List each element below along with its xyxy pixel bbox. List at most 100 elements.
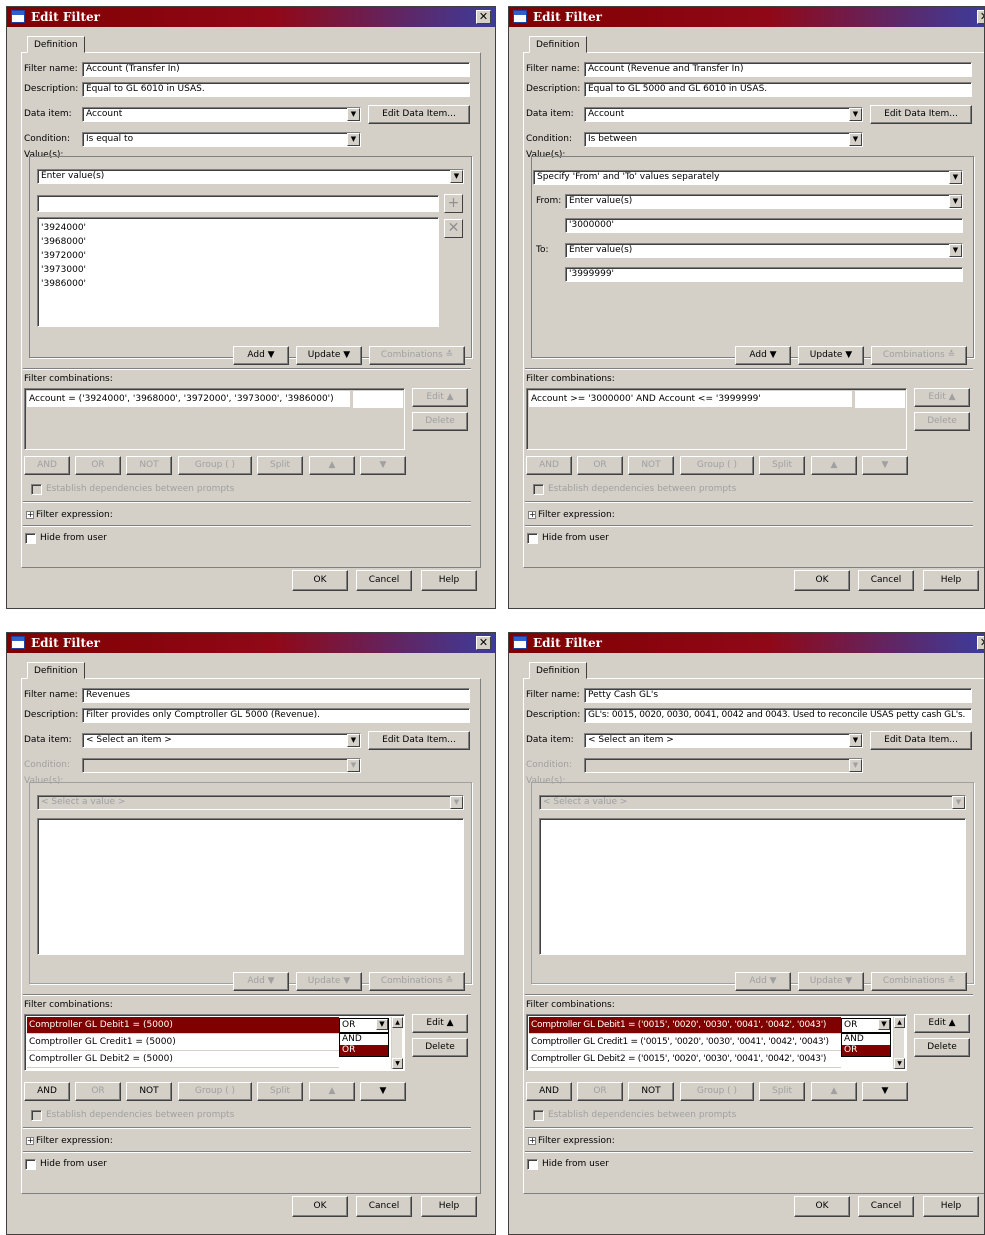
not-button[interactable]: NOT — [126, 1082, 172, 1101]
scrollbar[interactable]: ▲ ▼ — [391, 1017, 403, 1069]
from-value-input[interactable]: '3000000' — [565, 218, 963, 233]
list-item[interactable]: '3924000' — [41, 221, 86, 235]
filter-combinations-list[interactable]: Account >= '3000000' AND Account <= '399… — [526, 388, 907, 450]
filter-name-input[interactable]: Petty Cash GL's — [584, 688, 972, 703]
condition-select[interactable]: Is equal to ▼ — [82, 132, 361, 147]
value-mode-select[interactable]: Enter value(s) ▼ — [37, 169, 464, 184]
chevron-down-icon[interactable]: ▼ — [849, 133, 862, 146]
close-icon[interactable]: ✕ — [977, 10, 984, 24]
group-button[interactable]: Group ( ) — [680, 456, 754, 475]
chevron-down-icon[interactable]: ▼ — [849, 734, 862, 747]
chevron-down-icon[interactable]: ▼ — [949, 244, 962, 257]
edit-button[interactable]: Edit ▲ — [914, 388, 970, 407]
establish-dependencies-checkbox[interactable] — [533, 484, 544, 495]
close-icon[interactable]: ✕ — [476, 10, 491, 24]
move-down-button[interactable]: ▼ — [360, 1082, 406, 1101]
chevron-down-icon[interactable]: ▼ — [849, 759, 862, 772]
plus-icon[interactable]: + — [444, 194, 463, 213]
combinations-button[interactable]: Combinations ≛ — [369, 346, 465, 365]
chevron-down-icon[interactable]: ▼ — [849, 108, 862, 121]
list-item[interactable]: '3986000' — [41, 277, 86, 291]
condition-select[interactable]: ▼ — [82, 758, 361, 773]
tab-definition[interactable]: Definition — [27, 662, 85, 679]
operator-dropdown[interactable]: AND OR — [841, 1033, 891, 1057]
operator-option-and[interactable]: AND — [340, 1034, 388, 1045]
values-list[interactable]: '3924000' '3968000' '3972000' '3973000' … — [37, 217, 439, 327]
chevron-down-icon[interactable]: ▼ — [376, 1019, 388, 1030]
operator-option-or[interactable]: OR — [340, 1045, 388, 1056]
operator-dropdown[interactable]: AND OR — [339, 1033, 389, 1057]
table-row[interactable]: Comptroller GL Credit1 = ('0015', '0020'… — [529, 1034, 841, 1051]
table-row[interactable]: Comptroller GL Debit1 = ('0015', '0020',… — [529, 1017, 841, 1034]
cancel-button[interactable]: Cancel — [356, 570, 412, 591]
edit-data-item-button[interactable]: Edit Data Item... — [870, 105, 972, 124]
edit-data-item-button[interactable]: Edit Data Item... — [870, 731, 972, 750]
not-button[interactable]: NOT — [628, 456, 674, 475]
group-button[interactable]: Group ( ) — [178, 456, 252, 475]
update-button[interactable]: Update ▼ — [798, 346, 864, 365]
filter-combinations-list[interactable]: Comptroller GL Debit1 = ('0015', '0020',… — [526, 1014, 907, 1071]
edit-data-item-button[interactable]: Edit Data Item... — [368, 731, 470, 750]
list-item[interactable]: '3973000' — [41, 263, 86, 277]
description-input[interactable]: Filter provides only Comptroller GL 5000… — [82, 708, 470, 723]
list-item[interactable]: '3972000' — [41, 249, 86, 263]
description-input[interactable]: Equal to GL 5000 and GL 6010 in USAS. — [584, 82, 972, 97]
move-down-button[interactable]: ▼ — [862, 1082, 908, 1101]
move-down-button[interactable]: ▼ — [862, 456, 908, 475]
edit-button[interactable]: Edit ▲ — [412, 388, 468, 407]
value-entry-input[interactable] — [37, 195, 439, 212]
filter-combinations-list[interactable]: Comptroller GL Debit1 = (5000) Comptroll… — [24, 1014, 405, 1071]
condition-select[interactable]: ▼ — [584, 758, 863, 773]
ok-button[interactable]: OK — [292, 570, 348, 591]
group-button[interactable]: Group ( ) — [178, 1082, 252, 1101]
scroll-up-icon[interactable]: ▲ — [894, 1017, 905, 1028]
add-button[interactable]: Add ▼ — [735, 972, 791, 991]
chevron-down-icon[interactable]: ▼ — [347, 759, 360, 772]
help-button[interactable]: Help — [421, 570, 477, 591]
split-button[interactable]: Split — [759, 1082, 805, 1101]
chevron-down-icon[interactable]: ▼ — [949, 171, 962, 184]
split-button[interactable]: Split — [257, 1082, 303, 1101]
and-button[interactable]: AND — [24, 1082, 70, 1101]
operator-option-or[interactable]: OR — [842, 1045, 890, 1056]
tab-definition[interactable]: Definition — [27, 36, 85, 53]
establish-dependencies-checkbox[interactable] — [31, 1110, 42, 1121]
ok-button[interactable]: OK — [292, 1196, 348, 1217]
expand-icon[interactable]: + — [528, 511, 536, 519]
establish-dependencies-checkbox[interactable] — [533, 1110, 544, 1121]
ok-button[interactable]: OK — [794, 570, 850, 591]
cancel-button[interactable]: Cancel — [858, 570, 914, 591]
data-item-select[interactable]: < Select an item > ▼ — [82, 733, 361, 748]
value-select[interactable]: < Select a value > ▼ — [37, 795, 464, 810]
move-up-button[interactable]: ▲ — [811, 456, 857, 475]
table-row[interactable]: Comptroller GL Debit2 = (5000) — [27, 1051, 339, 1068]
scroll-down-icon[interactable]: ▼ — [894, 1058, 905, 1069]
split-button[interactable]: Split — [257, 456, 303, 475]
move-up-button[interactable]: ▲ — [811, 1082, 857, 1101]
delete-button[interactable]: Delete — [914, 1038, 970, 1057]
edit-button[interactable]: Edit ▲ — [412, 1014, 468, 1033]
add-button[interactable]: Add ▼ — [233, 346, 289, 365]
filter-name-input[interactable]: Revenues — [82, 688, 470, 703]
scrollbar[interactable]: ▲ ▼ — [893, 1017, 905, 1069]
tab-definition[interactable]: Definition — [529, 36, 587, 53]
combinations-button[interactable]: Combinations ≛ — [871, 972, 967, 991]
combinations-button[interactable]: Combinations ≛ — [871, 346, 967, 365]
or-button[interactable]: OR — [577, 1082, 623, 1101]
to-value-input[interactable]: '3999999' — [565, 267, 963, 282]
remove-icon[interactable]: ✕ — [444, 219, 463, 238]
update-button[interactable]: Update ▼ — [296, 972, 362, 991]
delete-button[interactable]: Delete — [412, 1038, 468, 1057]
not-button[interactable]: NOT — [126, 456, 172, 475]
from-mode-select[interactable]: Enter value(s) ▼ — [565, 194, 963, 209]
and-button[interactable]: AND — [526, 1082, 572, 1101]
cancel-button[interactable]: Cancel — [356, 1196, 412, 1217]
help-button[interactable]: Help — [421, 1196, 477, 1217]
hide-from-user-checkbox[interactable] — [527, 1159, 538, 1170]
operator-option-and[interactable]: AND — [842, 1034, 890, 1045]
expand-icon[interactable]: + — [528, 1137, 536, 1145]
value-mode-select[interactable]: Specify 'From' and 'To' values separatel… — [533, 170, 963, 185]
or-button[interactable]: OR — [577, 456, 623, 475]
chevron-down-icon[interactable]: ▼ — [347, 108, 360, 121]
edit-data-item-button[interactable]: Edit Data Item... — [368, 105, 470, 124]
